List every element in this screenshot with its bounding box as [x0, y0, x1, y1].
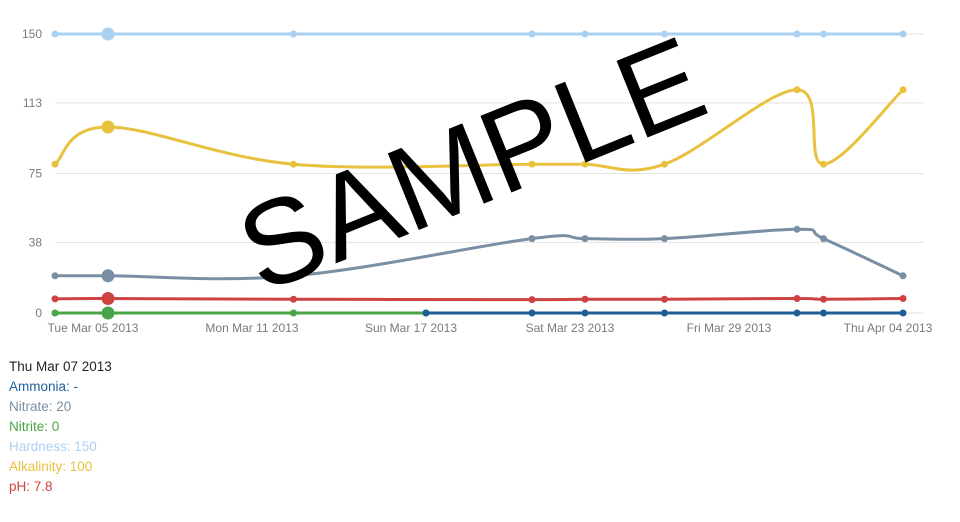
- nitrate-point: [51, 272, 59, 280]
- x-tick-label: Tue Mar 05 2013: [48, 321, 139, 335]
- nitrate-point: [820, 235, 827, 243]
- grid-lines: [55, 33, 924, 314]
- ph-point: [290, 295, 297, 303]
- alkalinity-point: [528, 160, 536, 168]
- ammonia-point: [820, 309, 827, 317]
- hardness-point: [793, 30, 801, 38]
- nitrate-point: [581, 235, 589, 243]
- alkalinity-point: [51, 160, 59, 168]
- y-tick-label: 113: [23, 96, 42, 110]
- hardness-point: [820, 30, 827, 38]
- ph-line: [53, 296, 905, 302]
- x-tick-label: Sat Mar 23 2013: [526, 321, 615, 335]
- readout-nitrate: Nitrate: 20: [9, 399, 72, 414]
- x-axis: Tue Mar 05 2013 Mon Mar 11 2013 Sun Mar 17…: [48, 321, 933, 335]
- alkalinity-point: [661, 160, 668, 168]
- y-axis: 0 38 75 113 150: [22, 27, 42, 320]
- y-tick-label: 0: [35, 306, 42, 320]
- readout-alkalinity: Alkalinity: 100: [9, 459, 93, 474]
- nitrate-point: [899, 272, 907, 280]
- x-tick-label: Mon Mar 11 2013: [205, 321, 298, 335]
- x-tick-label: Fri Mar 29 2013: [687, 321, 772, 335]
- ph-point: [101, 291, 115, 305]
- nitrate-point: [290, 272, 297, 280]
- y-tick-label: 38: [29, 235, 43, 249]
- x-tick-label: Thu Apr 04 2013: [844, 321, 933, 335]
- y-tick-label: 75: [29, 167, 43, 181]
- alkalinity-point: [899, 86, 907, 94]
- ph-point: [51, 295, 59, 303]
- ph-point: [528, 296, 536, 304]
- x-tick-label: Sun Mar 17 2013: [365, 321, 457, 335]
- y-tick-label: 150: [22, 27, 42, 41]
- ammonia-point: [422, 309, 430, 317]
- hardness-point: [290, 30, 297, 38]
- hardness-point: [899, 30, 907, 38]
- nitrate-point: [101, 269, 115, 283]
- hardness-point: [101, 27, 115, 41]
- ph-point: [661, 295, 668, 303]
- nitrate-point: [661, 235, 668, 243]
- alkalinity-point: [581, 160, 589, 168]
- alkalinity-point: [101, 120, 115, 134]
- readout-date: Thu Mar 07 2013: [9, 359, 112, 374]
- ammonia-point: [581, 309, 589, 317]
- alkalinity-point: [793, 86, 801, 94]
- nitrite-point: [290, 309, 297, 317]
- ph-point: [820, 295, 827, 303]
- nitrite-point: [51, 309, 59, 317]
- line-chart: 0 38 75 113 150 Tue Mar 05 2013 Mon Mar 11 20…: [22, 27, 933, 335]
- ammonia-point: [899, 309, 907, 317]
- readout-nitrite: Nitrite: 0: [9, 419, 60, 434]
- alkalinity-point: [820, 160, 827, 168]
- hardness-point: [51, 30, 59, 38]
- alkalinity-point: [290, 160, 297, 168]
- ph-point: [581, 295, 589, 303]
- hardness-point: [661, 30, 668, 38]
- nitrate-point: [528, 235, 536, 243]
- hardness-point: [581, 30, 589, 38]
- ammonia-point: [528, 309, 536, 317]
- nitrate-point: [793, 225, 801, 233]
- readout-ammonia: Ammonia: -: [9, 379, 79, 394]
- hardness-point: [528, 30, 536, 38]
- nitrate-line: [53, 227, 905, 281]
- readout-ph: pH: 7.8: [9, 479, 53, 494]
- ph-point: [793, 294, 801, 302]
- nitrite-point: [101, 306, 115, 320]
- ammonia-point: [793, 309, 801, 317]
- ammonia-point: [661, 309, 668, 317]
- alkalinity-line: [53, 88, 905, 172]
- readout-hardness: Hardness: 150: [9, 439, 97, 454]
- hover-readout: Thu Mar 07 2013 Ammonia: - Nitrate: 20 N…: [9, 357, 112, 497]
- ph-point: [899, 294, 907, 302]
